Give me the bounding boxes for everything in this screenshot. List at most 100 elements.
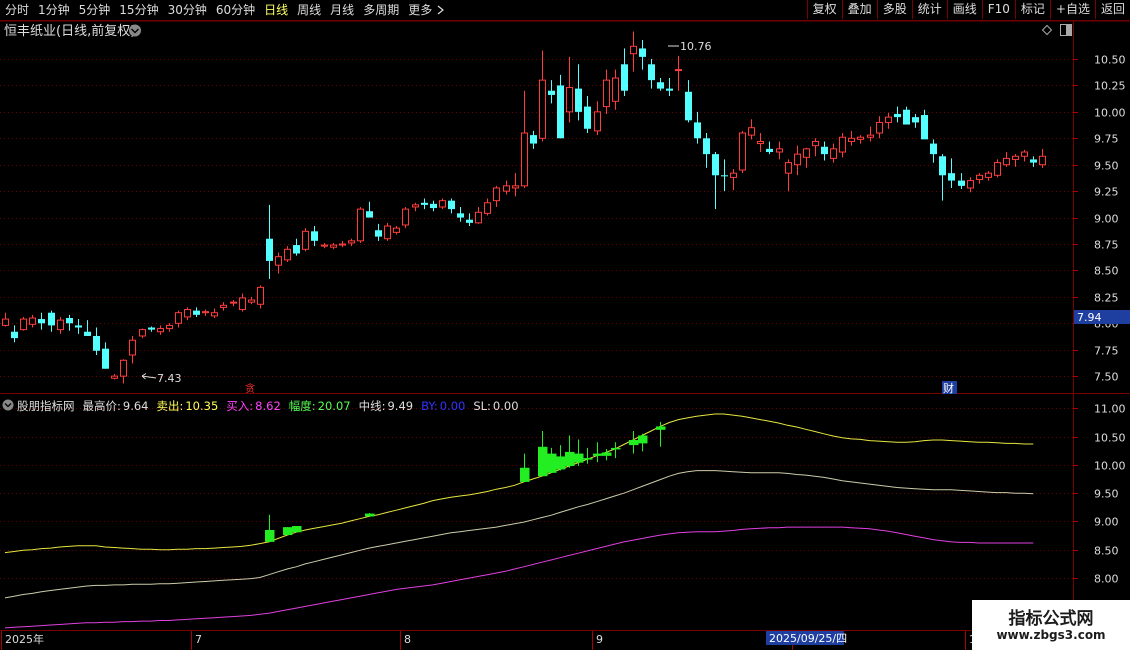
candle[interactable]: [739, 130, 746, 174]
candle[interactable]: [848, 130, 855, 146]
candle[interactable]: [967, 177, 974, 193]
candle[interactable]: [448, 198, 455, 214]
diamond-icon[interactable]: [1041, 24, 1053, 36]
candle[interactable]: [20, 316, 27, 331]
candle[interactable]: [639, 39, 646, 70]
candle[interactable]: [666, 78, 673, 96]
candle[interactable]: [166, 323, 173, 332]
candle[interactable]: [1021, 149, 1028, 162]
panel-toggle-icon[interactable]: [1060, 24, 1072, 36]
candle[interactable]: [2, 312, 9, 327]
candle[interactable]: [421, 198, 428, 210]
signal-marker[interactable]: 贪: [245, 382, 255, 395]
candle[interactable]: [976, 173, 983, 184]
candle[interactable]: [539, 50, 546, 142]
candle[interactable]: [66, 314, 73, 331]
candle[interactable]: [821, 141, 828, 161]
candle[interactable]: [184, 307, 191, 321]
indicator-menu-icon[interactable]: [2, 399, 14, 411]
candle[interactable]: [38, 312, 45, 330]
candle[interactable]: [621, 48, 628, 96]
candle[interactable]: [220, 302, 227, 311]
candle[interactable]: [721, 159, 728, 192]
candle[interactable]: [521, 90, 528, 188]
candle[interactable]: [48, 310, 55, 332]
candle[interactable]: [193, 307, 200, 317]
kline-chart-area[interactable]: 10.50 10.25 10.00 9.75 9.50 9.25 9.00 8.75 8.50 8…: [0, 0, 1130, 650]
candle[interactable]: [393, 226, 400, 235]
candle[interactable]: [830, 143, 837, 163]
candle[interactable]: [657, 78, 664, 91]
candle[interactable]: [557, 74, 564, 139]
candle[interactable]: [512, 173, 519, 197]
candle[interactable]: [330, 242, 337, 250]
candle[interactable]: [293, 238, 300, 256]
candle[interactable]: [384, 222, 391, 241]
candle[interactable]: [776, 141, 783, 160]
candle[interactable]: [1003, 152, 1010, 167]
finance-marker[interactable]: 财: [943, 381, 954, 395]
candle[interactable]: [994, 159, 1001, 178]
candle[interactable]: [584, 96, 591, 133]
candle[interactable]: [102, 342, 109, 369]
candle[interactable]: [921, 109, 928, 140]
candle[interactable]: [503, 180, 510, 195]
candle[interactable]: [685, 80, 692, 123]
candle[interactable]: [248, 296, 255, 305]
candle[interactable]: [466, 213, 473, 227]
candle[interactable]: [375, 223, 382, 241]
candle[interactable]: [412, 202, 419, 212]
candle[interactable]: [1030, 156, 1037, 167]
candle[interactable]: [785, 159, 792, 192]
candle[interactable]: [302, 228, 309, 252]
candle[interactable]: [903, 106, 910, 125]
candle[interactable]: [75, 319, 82, 334]
candle[interactable]: [603, 69, 610, 114]
candle[interactable]: [794, 145, 801, 176]
candle[interactable]: [484, 198, 491, 216]
candle[interactable]: [29, 314, 36, 328]
candlestick-series[interactable]: [2, 31, 1046, 384]
candle[interactable]: [84, 320, 91, 336]
candle[interactable]: [548, 80, 555, 104]
candle[interactable]: [985, 171, 992, 181]
candle[interactable]: [493, 185, 500, 207]
candle[interactable]: [475, 207, 482, 224]
candle[interactable]: [311, 226, 318, 247]
candle[interactable]: [766, 141, 773, 155]
candle[interactable]: [748, 119, 755, 140]
candle[interactable]: [958, 173, 965, 190]
candle[interactable]: [230, 300, 237, 307]
candle[interactable]: [757, 133, 764, 153]
candle[interactable]: [876, 116, 883, 139]
candle[interactable]: [939, 154, 946, 201]
candle[interactable]: [694, 111, 701, 144]
candle[interactable]: [284, 246, 291, 262]
candle[interactable]: [930, 139, 937, 163]
candle[interactable]: [120, 359, 127, 384]
candle[interactable]: [139, 328, 146, 339]
candle[interactable]: [93, 327, 100, 355]
candle[interactable]: [885, 112, 892, 129]
candle[interactable]: [630, 31, 637, 72]
candle[interactable]: [712, 152, 719, 210]
candle[interactable]: [730, 168, 737, 191]
candle[interactable]: [430, 200, 437, 212]
candle[interactable]: [339, 240, 346, 248]
candle[interactable]: [202, 309, 209, 316]
candle[interactable]: [239, 293, 246, 312]
candle[interactable]: [266, 204, 273, 279]
candle[interactable]: [157, 325, 164, 335]
candle[interactable]: [612, 69, 619, 110]
candle[interactable]: [594, 101, 601, 136]
candle[interactable]: [867, 126, 874, 142]
candle[interactable]: [530, 130, 537, 149]
candle[interactable]: [439, 198, 446, 210]
candle[interactable]: [803, 147, 810, 168]
candle[interactable]: [857, 135, 864, 144]
candle[interactable]: [129, 335, 136, 364]
candle[interactable]: [575, 64, 582, 121]
candle[interactable]: [1012, 154, 1019, 167]
candle[interactable]: [321, 242, 328, 249]
candle[interactable]: [839, 133, 846, 158]
